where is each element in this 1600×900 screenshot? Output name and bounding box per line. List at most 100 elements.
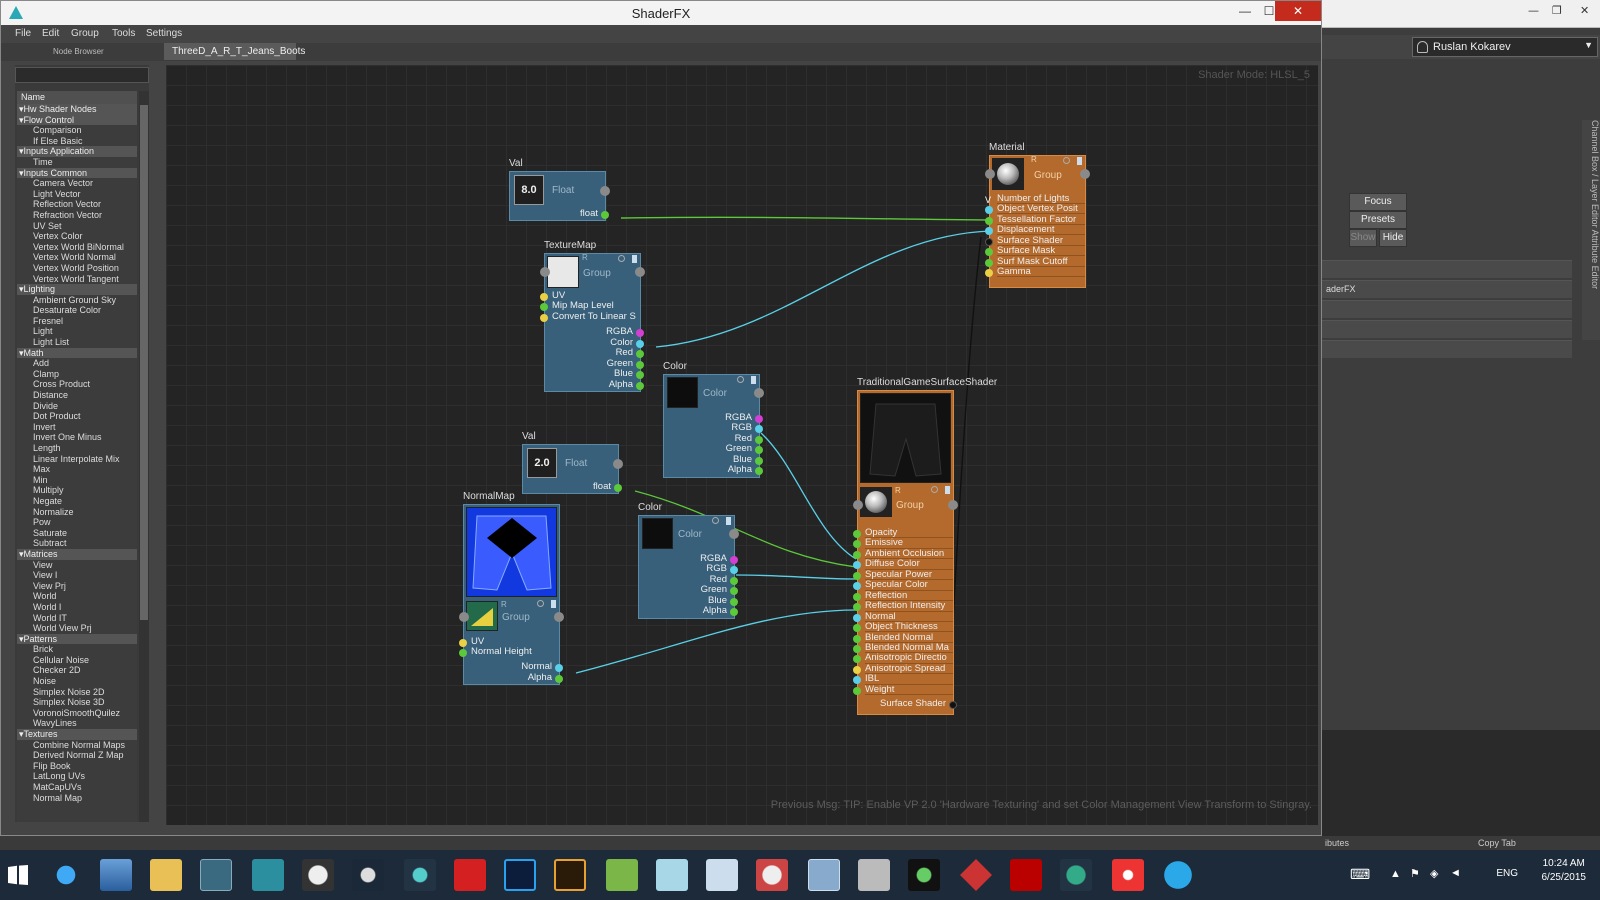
gpu-icon[interactable]: [908, 859, 940, 891]
port-surface-shader[interactable]: Surface Shader: [997, 236, 1085, 247]
port-blue[interactable]: Blue: [544, 369, 633, 379]
port-alpha[interactable]: Alpha: [638, 606, 727, 616]
node-list-item[interactable]: Light Vector: [17, 189, 137, 200]
node-category[interactable]: ▾Math: [17, 347, 137, 359]
port-green[interactable]: Green: [544, 359, 633, 369]
acrobat-icon[interactable]: [454, 859, 486, 891]
port-normal-height[interactable]: Normal Height: [471, 647, 532, 657]
node-list-item[interactable]: Reflection Vector: [17, 199, 137, 210]
value-field[interactable]: 8.0: [514, 175, 544, 205]
port-dot[interactable]: [635, 267, 645, 277]
node-list-item[interactable]: Negate: [17, 496, 137, 507]
maya-close-button[interactable]: ✕: [1580, 4, 1589, 17]
language-indicator[interactable]: ENG: [1496, 868, 1518, 879]
port-rgb[interactable]: RGB: [638, 564, 727, 574]
flag-icon[interactable]: ⚑: [1410, 867, 1420, 880]
port-green[interactable]: Green: [638, 585, 727, 595]
filezilla-icon[interactable]: [1010, 859, 1042, 891]
port-linear[interactable]: Convert To Linear S: [552, 312, 640, 322]
node-list-item[interactable]: If Else Basic: [17, 136, 137, 147]
column-header-name[interactable]: Name: [17, 91, 137, 104]
port-dot[interactable]: [853, 530, 861, 538]
port-input[interactable]: Blended Normal: [865, 633, 953, 643]
stingray-icon[interactable]: [960, 859, 992, 891]
node-list-item[interactable]: View: [17, 560, 137, 571]
port-input[interactable]: Specular Color: [865, 580, 953, 591]
port-red[interactable]: Red: [544, 348, 633, 358]
node-list-item[interactable]: World I: [17, 602, 137, 613]
node-list-item[interactable]: Distance: [17, 390, 137, 401]
port-input[interactable]: Opacity: [865, 528, 953, 539]
side-tabs[interactable]: Channel Box / Layer Editor Attribute Edi…: [1582, 120, 1600, 340]
tab-document[interactable]: ThreeD_A_R_T_Jeans_Boots: [164, 43, 305, 60]
node-list-item[interactable]: Ambient Ground Sky: [17, 295, 137, 306]
menu-file[interactable]: File: [15, 28, 31, 39]
port-rgba[interactable]: RGBA: [663, 413, 752, 423]
node-list-item[interactable]: Vertex World BiNormal: [17, 242, 137, 253]
port-input[interactable]: Object Thickness: [865, 622, 953, 633]
node-list-item[interactable]: Light: [17, 326, 137, 337]
node-list-item[interactable]: Cross Product: [17, 379, 137, 390]
port-tessellation[interactable]: Tessellation Factor: [997, 215, 1085, 226]
node-category[interactable]: ▾Patterns: [17, 633, 137, 645]
node-list-item[interactable]: Min: [17, 475, 137, 486]
port-dot[interactable]: [853, 634, 861, 643]
port-input[interactable]: Reflection: [865, 591, 953, 602]
chevron-up-icon[interactable]: ▲: [1390, 868, 1401, 880]
port-alpha[interactable]: Alpha: [544, 380, 633, 390]
hide-button[interactable]: Hide: [1379, 229, 1407, 247]
port-rgba[interactable]: RGBA: [638, 554, 727, 564]
copy-tab-button[interactable]: Copy Tab: [1478, 838, 1516, 848]
port-uv[interactable]: UV: [552, 291, 565, 301]
port-normal[interactable]: Normal: [463, 662, 552, 672]
preview-icon[interactable]: [1063, 157, 1070, 164]
port-alpha[interactable]: Alpha: [663, 465, 752, 475]
network-icon[interactable]: ◈: [1430, 867, 1438, 880]
snipping-icon[interactable]: [756, 859, 788, 891]
node-list-item[interactable]: Add: [17, 358, 137, 369]
info-icon[interactable]: [751, 376, 756, 384]
port-color[interactable]: Color: [544, 338, 633, 348]
info-icon[interactable]: [632, 255, 637, 263]
maya-icon[interactable]: [200, 859, 232, 891]
node-list-item[interactable]: Vertex World Position: [17, 263, 137, 274]
node-list-item[interactable]: Time: [17, 157, 137, 168]
node-list-item[interactable]: Cellular Noise: [17, 655, 137, 666]
node-list-item[interactable]: World IT: [17, 613, 137, 624]
keyboard-icon[interactable]: ⌨: [1350, 866, 1370, 883]
port-red[interactable]: Red: [663, 434, 752, 444]
port-input[interactable]: Specular Power: [865, 570, 953, 581]
node-list-item[interactable]: Max: [17, 464, 137, 475]
node-category[interactable]: ▾Flow Control: [17, 114, 137, 126]
node-list-item[interactable]: Pow: [17, 517, 137, 528]
port-dot[interactable]: [948, 500, 958, 510]
menu-edit[interactable]: Edit: [42, 28, 59, 39]
explorer-icon[interactable]: [100, 859, 132, 891]
port-dot[interactable]: [853, 624, 861, 633]
port-float[interactable]: float: [513, 209, 598, 219]
paint-icon[interactable]: [656, 859, 688, 891]
node-list-item[interactable]: Vertex World Tangent: [17, 274, 137, 285]
user-account-field[interactable]: Ruslan Kokarev ▼: [1412, 37, 1598, 57]
color-swatch[interactable]: [667, 377, 698, 408]
port-uv[interactable]: UV: [471, 637, 484, 647]
node-list-item[interactable]: World: [17, 591, 137, 602]
port-input[interactable]: Ambient Occlusion: [865, 549, 953, 560]
node-category[interactable]: ▾Textures: [17, 729, 137, 740]
node-list-item[interactable]: Light List: [17, 337, 137, 348]
port-input[interactable]: Weight: [865, 685, 953, 696]
node-list-item[interactable]: Clamp: [17, 369, 137, 380]
scrollbar-thumb[interactable]: [140, 105, 148, 620]
node-list-scrollbar[interactable]: [139, 91, 149, 822]
viewer-icon[interactable]: [858, 859, 890, 891]
node-list-item[interactable]: World View Prj: [17, 623, 137, 634]
node-list-item[interactable]: Invert One Minus: [17, 432, 137, 443]
port-dot[interactable]: [853, 571, 861, 580]
port-dot[interactable]: [853, 550, 861, 559]
preview-icon[interactable]: [737, 376, 744, 383]
skype-icon[interactable]: [1162, 859, 1194, 891]
node-list-item[interactable]: Invert: [17, 422, 137, 433]
port-surface-mask[interactable]: Surface Mask: [997, 246, 1085, 257]
port-red[interactable]: Red: [638, 575, 727, 585]
node-list-item[interactable]: Vertex Color: [17, 231, 137, 242]
